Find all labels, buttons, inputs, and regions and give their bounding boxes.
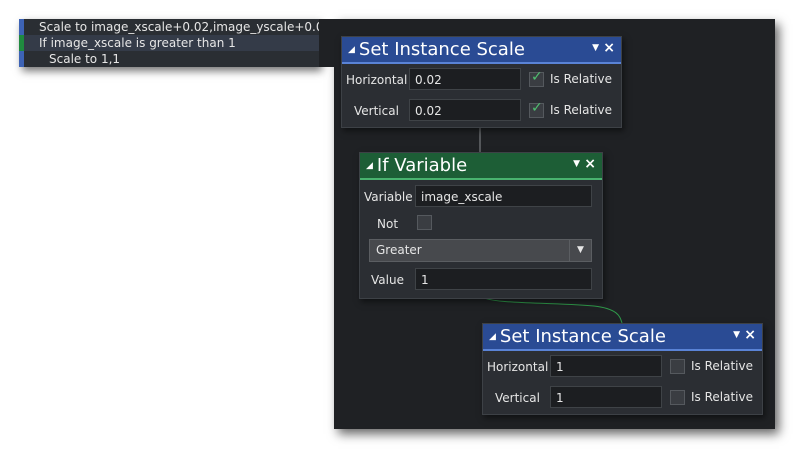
summary-row-scale[interactable]: Scale to image_xscale+0.02,image_yscale+… [19, 19, 331, 35]
vertical-label: Vertical [495, 391, 540, 405]
is-relative-label: Is Relative [550, 103, 612, 117]
horizontal-label: Horizontal [346, 73, 408, 87]
dropdown-arrow-icon[interactable]: ▼ [733, 330, 740, 340]
collapse-triangle-icon[interactable]: ◢ [366, 161, 373, 171]
checkmark-icon: ✓ [531, 100, 543, 116]
close-icon[interactable]: × [603, 40, 615, 56]
panel-join [319, 19, 334, 67]
is-relative-label: Is Relative [691, 390, 753, 404]
summary-row-text: Scale to 1,1 [49, 52, 121, 66]
summary-row-if-variable[interactable]: If image_xscale is greater than 1 [19, 35, 319, 51]
node-title: Set Instance Scale [358, 39, 525, 60]
vertical-label: Vertical [354, 104, 399, 118]
action-color-stripe [19, 51, 24, 67]
node-title: If Variable [376, 155, 468, 176]
vertical-relative-checkbox[interactable]: ✓ [529, 100, 544, 118]
not-label: Not [377, 217, 399, 231]
summary-row-scale-reset[interactable]: Scale to 1,1 [19, 51, 319, 67]
vertical-field[interactable]: 0.02 [409, 99, 521, 121]
summary-row-text: If image_xscale is greater than 1 [39, 36, 236, 50]
value-label: Value [371, 273, 404, 287]
if-variable-node[interactable]: ◢ If Variable ▼ × Variable image_xscale … [359, 152, 603, 299]
collapse-triangle-icon[interactable]: ◢ [489, 332, 496, 342]
is-relative-label: Is Relative [691, 359, 753, 373]
comparison-selected-value: Greater [376, 243, 422, 257]
dropdown-arrow-icon[interactable]: ▼ [573, 159, 580, 169]
not-checkbox[interactable] [417, 215, 432, 230]
variable-field[interactable]: image_xscale [415, 185, 592, 207]
close-icon[interactable]: × [584, 156, 596, 172]
checkmark-icon: ✓ [531, 69, 543, 85]
connector-curve [481, 296, 623, 324]
condition-color-stripe [19, 35, 24, 51]
node-header[interactable]: ◢ Set Instance Scale ▼ × [342, 37, 621, 64]
variable-label: Variable [364, 190, 413, 204]
close-icon[interactable]: × [744, 327, 756, 343]
comparison-dropdown[interactable]: Greater ▼ [369, 239, 592, 262]
action-summary-list: Scale to image_xscale+0.02,image_yscale+… [19, 19, 331, 67]
horizontal-field[interactable]: 0.02 [409, 68, 521, 90]
value-field[interactable]: 1 [415, 268, 592, 290]
action-color-stripe [19, 19, 24, 35]
set-instance-scale-node[interactable]: ◢ Set Instance Scale ▼ × Horizontal 0.02… [341, 36, 622, 128]
horizontal-relative-checkbox[interactable]: ✓ [529, 69, 544, 87]
vertical-field[interactable]: 1 [550, 386, 662, 408]
dropdown-arrow-icon[interactable]: ▼ [592, 43, 599, 53]
vertical-relative-checkbox[interactable] [670, 390, 685, 405]
chevron-down-icon[interactable]: ▼ [569, 240, 591, 261]
horizontal-relative-checkbox[interactable] [670, 359, 685, 374]
set-instance-scale-node[interactable]: ◢ Set Instance Scale ▼ × Horizontal 1 Is… [482, 323, 763, 415]
summary-row-text: Scale to image_xscale+0.02,image_yscale+… [39, 20, 332, 34]
horizontal-label: Horizontal [487, 360, 549, 374]
node-header[interactable]: ◢ Set Instance Scale ▼ × [483, 324, 762, 351]
node-header[interactable]: ◢ If Variable ▼ × [360, 153, 602, 180]
dnd-workspace[interactable]: ◢ Set Instance Scale ▼ × Horizontal 0.02… [334, 19, 775, 429]
node-title: Set Instance Scale [499, 326, 666, 347]
horizontal-field[interactable]: 1 [550, 355, 662, 377]
is-relative-label: Is Relative [550, 72, 612, 86]
collapse-triangle-icon[interactable]: ◢ [348, 45, 355, 55]
